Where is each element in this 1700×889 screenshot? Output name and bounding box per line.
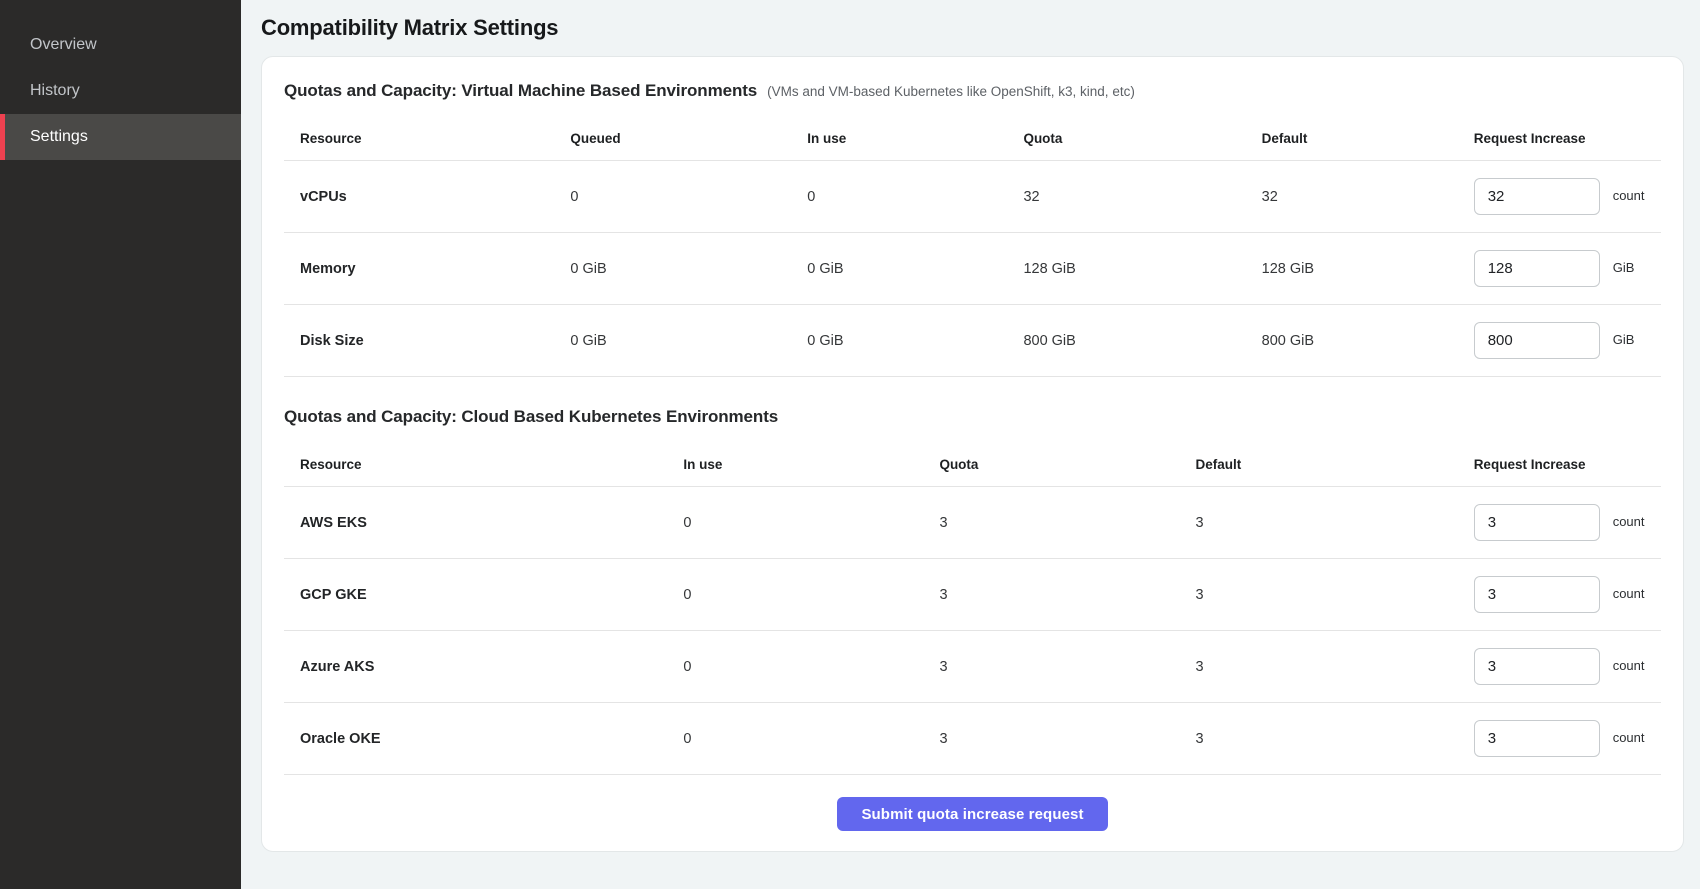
table-row: Oracle OKE 0 3 3 count [284,703,1661,775]
cell-default: 128 GiB [1262,261,1474,277]
sidebar-item-label: Overview [30,36,97,54]
cloud-quota-table: Resource In use Quota Default Request In… [284,443,1661,775]
sidebar-item-label: Settings [30,128,88,146]
table-row: GCP GKE 0 3 3 count [284,559,1661,631]
column-header-quota: Quota [939,457,1195,472]
table-row: Azure AKS 0 3 3 count [284,631,1661,703]
table-row: Disk Size 0 GiB 0 GiB 800 GiB 800 GiB Gi… [284,305,1661,377]
cell-resource: Disk Size [284,333,570,349]
cell-default: 800 GiB [1262,333,1474,349]
column-header-request-increase: Request Increase [1474,457,1661,472]
cell-resource: Memory [284,261,570,277]
table-row: AWS EKS 0 3 3 count [284,487,1661,559]
cell-default: 32 [1262,189,1474,205]
unit-label: count [1613,730,1645,745]
aws-eks-request-increase-input[interactable] [1474,504,1600,541]
memory-request-increase-input[interactable] [1474,250,1600,287]
cell-quota: 128 GiB [1023,261,1261,277]
cell-in-use: 0 [683,587,939,603]
table-row: vCPUs 0 0 32 32 count [284,161,1661,233]
cell-resource: AWS EKS [284,515,683,531]
cell-resource: GCP GKE [284,587,683,603]
gcp-gke-request-increase-input[interactable] [1474,576,1600,613]
column-header-default: Default [1262,131,1474,146]
button-row: Submit quota increase request [284,797,1661,831]
cell-in-use: 0 [683,731,939,747]
table-header-row: Resource Queued In use Quota Default Req… [284,117,1661,161]
azure-aks-request-increase-input[interactable] [1474,648,1600,685]
unit-label: count [1613,586,1645,601]
sidebar: Overview History Settings [0,0,241,889]
active-indicator [0,114,5,160]
cell-quota: 3 [939,515,1195,531]
cell-resource: vCPUs [284,189,570,205]
unit-label: count [1613,514,1645,529]
column-header-quota: Quota [1023,131,1261,146]
cell-in-use: 0 GiB [807,261,1023,277]
cell-resource: Azure AKS [284,659,683,675]
cell-default: 3 [1196,515,1474,531]
unit-label: GiB [1613,332,1635,347]
cell-in-use: 0 [683,659,939,675]
column-header-resource: Resource [284,457,683,472]
vm-section-title: Quotas and Capacity: Virtual Machine Bas… [284,81,757,101]
sidebar-item-history[interactable]: History [0,68,241,114]
submit-quota-increase-button[interactable]: Submit quota increase request [837,797,1107,831]
settings-card: Quotas and Capacity: Virtual Machine Bas… [261,56,1684,852]
column-header-request-increase: Request Increase [1474,131,1661,146]
cell-in-use: 0 [807,189,1023,205]
cell-default: 3 [1196,731,1474,747]
disk-size-request-increase-input[interactable] [1474,322,1600,359]
sidebar-item-label: History [30,82,80,100]
main-content: Compatibility Matrix Settings Quotas and… [241,0,1700,889]
unit-label: count [1613,188,1645,203]
page-title: Compatibility Matrix Settings [261,15,1684,41]
column-header-resource: Resource [284,131,570,146]
cell-queued: 0 [570,189,807,205]
cell-quota: 3 [939,731,1195,747]
column-header-in-use: In use [807,131,1023,146]
cloud-section-header: Quotas and Capacity: Cloud Based Kuberne… [284,407,1661,427]
cell-queued: 0 GiB [570,333,807,349]
cell-in-use: 0 GiB [807,333,1023,349]
table-header-row: Resource In use Quota Default Request In… [284,443,1661,487]
cell-default: 3 [1196,587,1474,603]
cell-default: 3 [1196,659,1474,675]
sidebar-item-overview[interactable]: Overview [0,22,241,68]
unit-label: count [1613,658,1645,673]
vm-quota-table: Resource Queued In use Quota Default Req… [284,117,1661,377]
vcpus-request-increase-input[interactable] [1474,178,1600,215]
vm-section-subtitle: (VMs and VM-based Kubernetes like OpenSh… [767,84,1135,99]
column-header-default: Default [1196,457,1474,472]
cell-quota: 800 GiB [1023,333,1261,349]
cell-quota: 3 [939,587,1195,603]
sidebar-item-settings[interactable]: Settings [0,114,241,160]
column-header-in-use: In use [683,457,939,472]
cell-in-use: 0 [683,515,939,531]
vm-section-header: Quotas and Capacity: Virtual Machine Bas… [284,81,1661,101]
column-header-queued: Queued [570,131,807,146]
cloud-section-title: Quotas and Capacity: Cloud Based Kuberne… [284,407,778,427]
cell-queued: 0 GiB [570,261,807,277]
cell-quota: 3 [939,659,1195,675]
cell-quota: 32 [1023,189,1261,205]
oracle-oke-request-increase-input[interactable] [1474,720,1600,757]
cell-resource: Oracle OKE [284,731,683,747]
unit-label: GiB [1613,260,1635,275]
table-row: Memory 0 GiB 0 GiB 128 GiB 128 GiB GiB [284,233,1661,305]
